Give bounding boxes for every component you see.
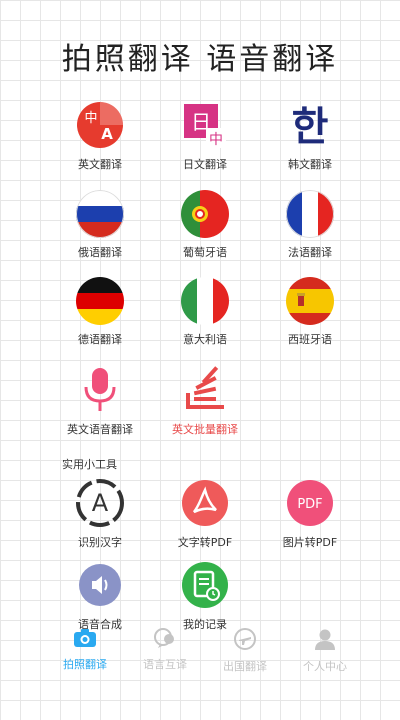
image-to-pdf-item[interactable]: PDF 图片转PDF: [250, 478, 370, 550]
svg-text:中: 中: [84, 111, 97, 126]
russian-translate-label: 俄语翻译: [78, 246, 122, 259]
records-item[interactable]: 我的记录: [145, 560, 265, 632]
text-to-pdf-item[interactable]: 文字转PDF: [145, 478, 265, 550]
svg-text:A: A: [92, 489, 109, 517]
italian-translate-item[interactable]: 意大利语: [145, 277, 265, 347]
spain-flag-icon: [286, 277, 334, 325]
svg-text:한: 한: [292, 104, 329, 150]
japanese-translate-label: 日文翻译: [183, 158, 227, 171]
svg-text:A: A: [101, 125, 113, 143]
ocr-item[interactable]: A 识别汉字: [40, 478, 160, 550]
portugal-flag-icon: [181, 190, 229, 238]
person-icon: [314, 628, 336, 654]
italian-translate-label: 意大利语: [183, 333, 227, 346]
svg-text:中: 中: [209, 132, 223, 148]
french-translate-label: 法语翻译: [288, 246, 332, 259]
portuguese-translate-item[interactable]: 葡萄牙语: [145, 190, 265, 260]
spanish-translate-item[interactable]: 西班牙语: [250, 277, 370, 347]
plane-icon: [234, 628, 256, 654]
page-title: 拍照翻译 语音翻译: [61, 42, 339, 77]
tab-personal-center[interactable]: 个人中心: [275, 628, 375, 674]
english-batch-translate-label: 英文批量翻译: [172, 423, 238, 436]
tab-language-translate-label: 语言互译: [143, 658, 187, 671]
english-translate-icon: 中 A: [75, 100, 125, 150]
english-batch-translate-item[interactable]: 英文批量翻译: [145, 365, 265, 437]
svg-text:PDF: PDF: [297, 497, 322, 512]
ocr-label: 识别汉字: [78, 536, 122, 549]
tab-personal-center-label: 个人中心: [303, 660, 347, 673]
speaker-icon: [75, 560, 125, 610]
japanese-translate-icon: 日 中: [180, 100, 230, 150]
ocr-icon: A: [75, 478, 125, 528]
camera-icon: [73, 628, 97, 652]
tts-item[interactable]: 语音合成: [40, 560, 160, 632]
pdf-acrobat-icon: [180, 478, 230, 528]
tab-photo-translate-label: 拍照翻译: [63, 658, 107, 671]
portuguese-translate-label: 葡萄牙语: [183, 246, 227, 259]
russian-translate-item[interactable]: 俄语翻译: [40, 190, 160, 260]
tab-travel-translate-label: 出国翻译: [223, 660, 267, 673]
russia-flag-icon: [76, 190, 124, 238]
french-translate-item[interactable]: 法语翻译: [250, 190, 370, 260]
text-to-pdf-label: 文字转PDF: [177, 536, 233, 549]
spanish-translate-label: 西班牙语: [288, 333, 332, 346]
tools-section-label: 实用小工具: [62, 458, 117, 471]
italy-flag-icon: [181, 277, 229, 325]
chat-translate-icon: [154, 628, 176, 652]
english-voice-translate-label: 英文语音翻译: [67, 423, 133, 436]
bottom-tab-bar: 拍照翻译 语言互译 出国翻译 个人中心: [0, 628, 400, 678]
batch-translate-icon: [180, 365, 230, 415]
korean-translate-item[interactable]: 한 韩文翻译: [250, 100, 370, 172]
germany-flag-icon: [76, 277, 124, 325]
image-to-pdf-label: 图片转PDF: [282, 536, 338, 549]
korean-translate-label: 韩文翻译: [288, 158, 332, 171]
microphone-icon: [75, 365, 125, 415]
pdf-file-icon: PDF: [285, 478, 335, 528]
german-translate-item[interactable]: 德语翻译: [40, 277, 160, 347]
korean-translate-icon: 한: [285, 100, 335, 150]
english-translate-item[interactable]: 中 A 英文翻译: [40, 100, 160, 172]
japanese-translate-item[interactable]: 日 中 日文翻译: [145, 100, 265, 172]
records-icon: [180, 560, 230, 610]
german-translate-label: 德语翻译: [78, 333, 122, 346]
france-flag-icon: [286, 190, 334, 238]
english-translate-label: 英文翻译: [78, 158, 122, 171]
english-voice-translate-item[interactable]: 英文语音翻译: [40, 365, 160, 437]
